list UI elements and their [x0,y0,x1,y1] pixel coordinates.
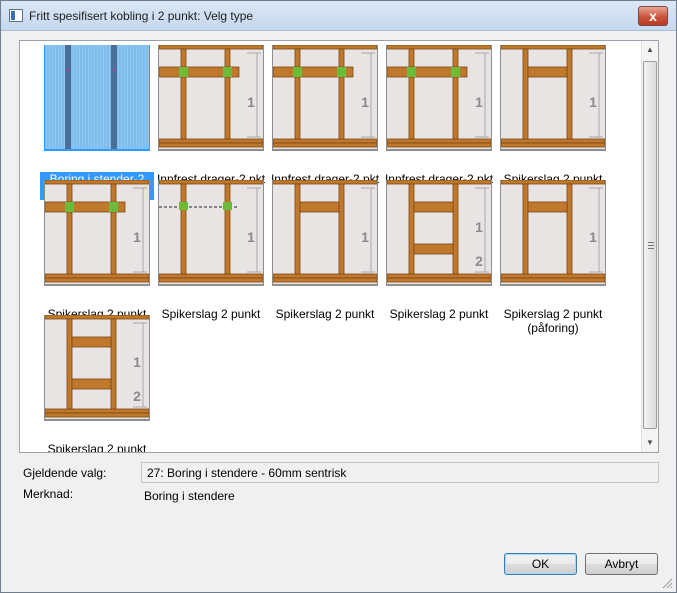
svg-text:1: 1 [247,229,255,245]
svg-text:1: 1 [475,219,483,235]
type-option-thumbnail[interactable]: 1 [158,180,264,286]
svg-text:1: 1 [247,94,255,110]
svg-text:1: 1 [589,94,597,110]
vertical-scrollbar[interactable]: ▲ ▼ [641,41,658,452]
svg-text:2: 2 [133,388,141,404]
type-option-thumbnail[interactable]: 1 [500,45,606,151]
cancel-button[interactable]: Avbryt [585,553,658,575]
scrollbar-thumb[interactable] [643,61,657,429]
type-option-thumbnail[interactable]: + + [44,45,150,151]
type-option-tile[interactable]: 1 Spikerslag 2 punkt [268,179,382,321]
type-option-label: Spikerslag 2 punkt [275,307,375,321]
type-option-thumbnail[interactable]: 1 [272,180,378,286]
type-option-tile[interactable]: 1 Spikerslag 2 punkt [40,179,154,321]
note-label: Merknad: [23,487,74,501]
app-icon [9,9,23,22]
svg-text:1: 1 [361,229,369,245]
svg-text:+: + [65,65,70,75]
ok-button[interactable]: OK [504,553,577,575]
title-bar[interactable]: Fritt spesifisert kobling i 2 punkt: Vel… [1,1,676,31]
svg-text:2: 2 [475,253,483,269]
type-option-thumbnail[interactable]: 1 [500,180,606,286]
type-list[interactable]: ++Boring i stender-2 pkt1Innfrest drager… [19,40,659,453]
type-option-tile[interactable]: 1 Innfrest drager-2 pkt [382,44,496,186]
scroll-up-icon[interactable]: ▲ [642,41,658,58]
window-title: Fritt spesifisert kobling i 2 punkt: Vel… [29,9,254,23]
type-option-thumbnail[interactable]: 1 [44,180,150,286]
type-option-label: Spikerslag 2 punkt (påforing) [503,307,603,335]
type-option-thumbnail[interactable]: 12 [386,180,492,286]
dialog-window: Fritt spesifisert kobling i 2 punkt: Vel… [0,0,677,593]
type-option-tile[interactable]: 1 2 Spikerslag 2 punkt [382,179,496,321]
type-option-tile[interactable]: 1 Spikerslag 2 punkt [496,44,610,186]
resize-grip-icon[interactable] [661,577,673,589]
svg-text:1: 1 [133,354,141,370]
type-option-tile[interactable]: 1 Spikerslag 2 punkt (påforing) [496,179,610,335]
type-option-label: Spikerslag 2 punkt (påforing) [47,442,147,453]
type-option-thumbnail[interactable]: 12 [44,315,150,421]
type-option-thumbnail[interactable]: 1 [386,45,492,151]
svg-text:1: 1 [133,229,141,245]
type-option-tile[interactable]: 1 Innfrest drager-2 pkt [154,44,268,186]
svg-text:+: + [111,65,116,75]
type-option-tile[interactable]: 1 Innfrest drager-2 pkt [268,44,382,186]
type-option-tile[interactable]: 1 Spikerslag 2 punkt [154,179,268,321]
type-option-thumbnail[interactable]: 1 [158,45,264,151]
current-choice-label: Gjeldende valg: [23,466,107,480]
svg-text:1: 1 [589,229,597,245]
current-choice-field: 27: Boring i stendere - 60mm sentrisk [141,462,659,483]
svg-text:1: 1 [475,94,483,110]
type-option-label: Spikerslag 2 punkt [389,307,489,321]
close-button[interactable]: x [638,6,668,26]
scroll-down-icon[interactable]: ▼ [642,434,658,451]
note-value: Boring i stendere [144,489,235,503]
svg-text:1: 1 [361,94,369,110]
type-option-thumbnail[interactable]: 1 [272,45,378,151]
type-option-label: Spikerslag 2 punkt [161,307,261,321]
type-option-tile[interactable]: 12Spikerslag 2 punkt (påforing) [40,314,154,453]
grip-icon [648,242,654,249]
type-option-tile[interactable]: ++Boring i stender-2 pkt [40,44,154,200]
